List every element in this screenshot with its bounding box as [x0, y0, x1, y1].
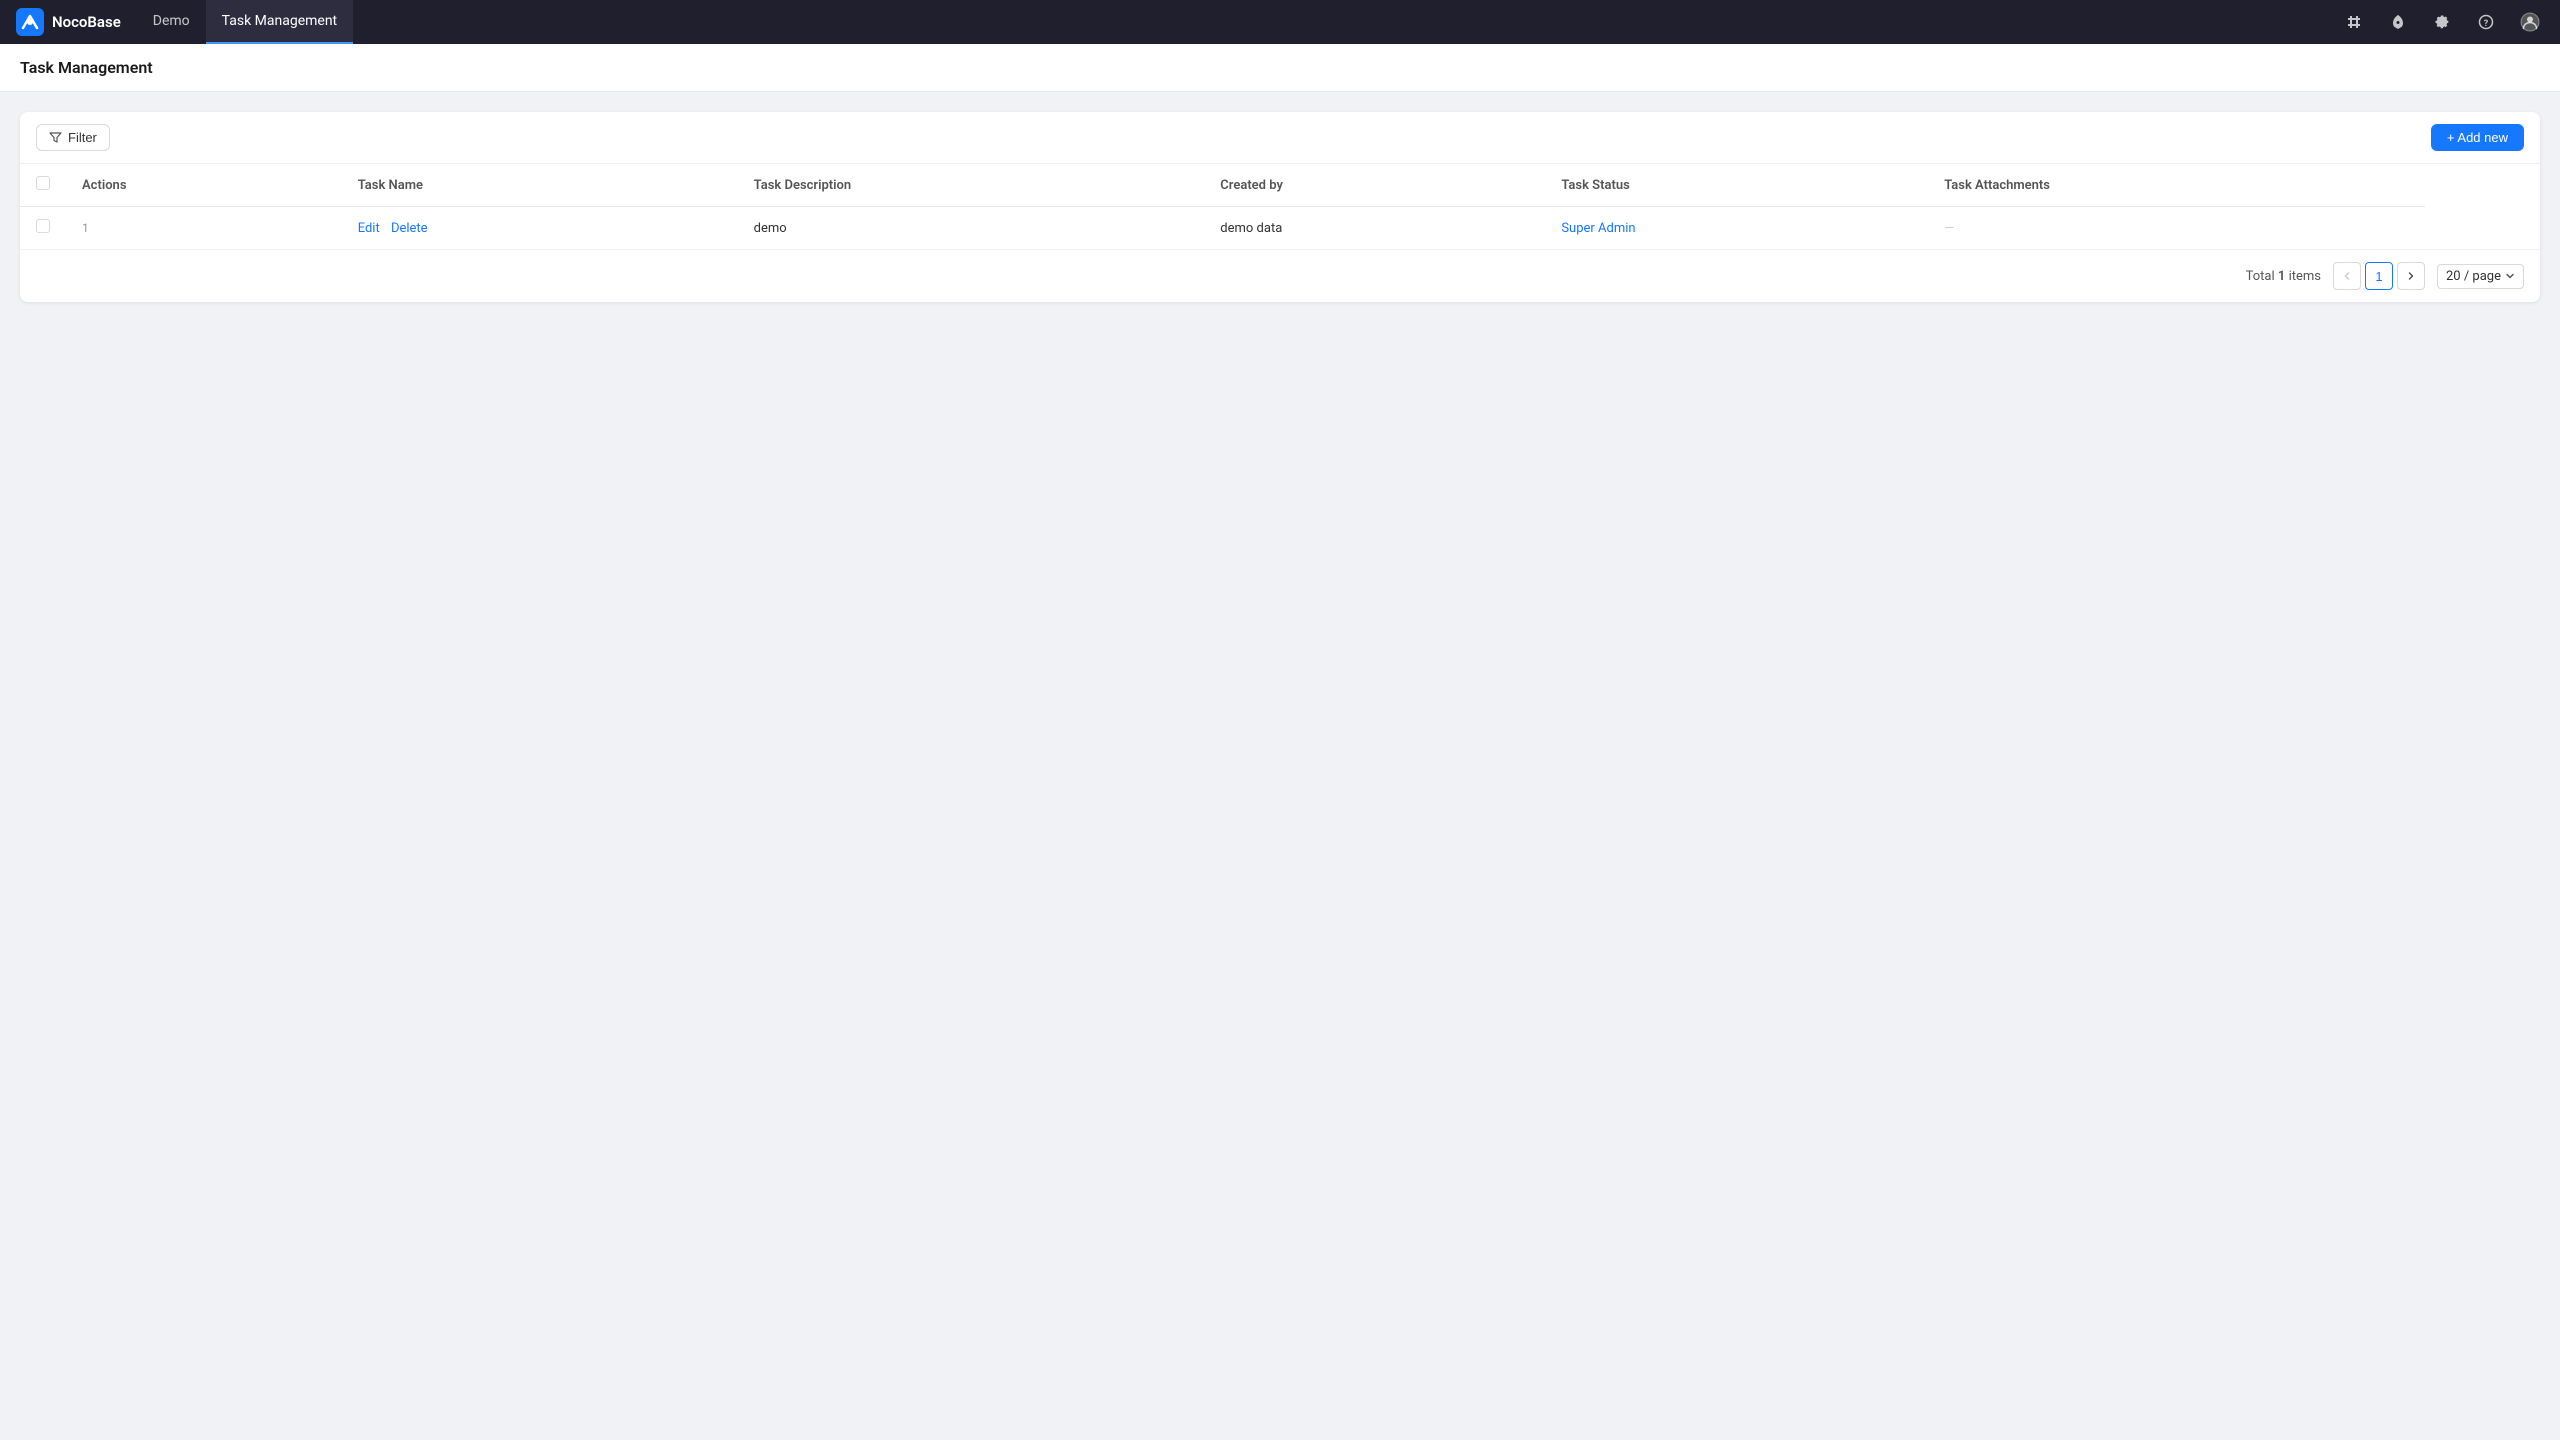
col-task-name: Task Name: [342, 164, 738, 207]
row-checkbox[interactable]: [36, 219, 50, 233]
page-title: Task Management: [20, 58, 2540, 77]
col-actions: Actions: [66, 164, 342, 207]
table-header: Actions Task Name Task Description Creat…: [20, 164, 2540, 207]
table-body: 1 Edit Delete demo demo data Super Admin…: [20, 207, 2540, 250]
settings-icon[interactable]: [2428, 8, 2456, 36]
navbar-left: NocoBase Demo Task Management: [16, 0, 353, 44]
user-avatar[interactable]: [2516, 8, 2544, 36]
toolbar-left: Filter: [36, 124, 110, 151]
main-content: Filter + Add new Actions Task Name: [0, 92, 2560, 322]
filter-button[interactable]: Filter: [36, 124, 110, 151]
chevron-right-icon: [2406, 271, 2416, 281]
task-name-cell: demo: [738, 207, 1205, 250]
task-status-cell: —: [1928, 207, 2424, 250]
per-page-label: 20 / page: [2446, 269, 2501, 284]
filter-label: Filter: [68, 130, 97, 145]
col-task-description: Task Description: [738, 164, 1205, 207]
created-by-value[interactable]: Super Admin: [1561, 221, 1635, 236]
toolbar: Filter + Add new: [20, 112, 2540, 164]
task-attachments-cell: [2425, 207, 2540, 250]
next-page-button[interactable]: [2397, 262, 2425, 290]
pagination-nav: 1: [2333, 262, 2425, 290]
select-all-checkbox[interactable]: [36, 176, 50, 190]
task-description-cell: demo data: [1204, 207, 1545, 250]
table-container: Filter + Add new Actions Task Name: [20, 112, 2540, 302]
add-new-label: + Add new: [2447, 130, 2508, 145]
navbar: NocoBase Demo Task Management: [0, 0, 2560, 44]
select-all-col: [20, 164, 66, 207]
navbar-right: ?: [2340, 8, 2544, 36]
rocket-icon[interactable]: [2384, 8, 2412, 36]
chevron-left-icon: [2342, 271, 2352, 281]
help-icon[interactable]: ?: [2472, 8, 2500, 36]
task-status-value: —: [1944, 221, 1954, 236]
row-number-cell: 1: [66, 207, 342, 250]
total-items-text: Total 1 items: [2246, 269, 2321, 284]
items-label: items: [2289, 269, 2321, 284]
logo-text: NocoBase: [52, 13, 121, 31]
page-header: Task Management: [0, 44, 2560, 92]
nav-tab-task-management[interactable]: Task Management: [206, 0, 353, 44]
app-logo[interactable]: NocoBase: [16, 8, 129, 36]
data-table: Actions Task Name Task Description Creat…: [20, 164, 2540, 249]
created-by-cell: Super Admin: [1545, 207, 1928, 250]
edit-link[interactable]: Edit: [358, 221, 380, 236]
prev-page-button[interactable]: [2333, 262, 2361, 290]
pagination-bar: Total 1 items 1 20 / page: [20, 249, 2540, 302]
row-checkbox-cell: [20, 207, 66, 250]
svg-text:?: ?: [2484, 19, 2489, 29]
per-page-selector[interactable]: 20 / page: [2437, 264, 2524, 289]
chevron-down-icon: [2505, 271, 2515, 281]
col-created-by: Created by: [1204, 164, 1545, 207]
col-task-attachments: Task Attachments: [1928, 164, 2424, 207]
total-label: Total: [2246, 269, 2275, 284]
col-task-status: Task Status: [1545, 164, 1928, 207]
filter-icon: [49, 131, 62, 144]
delete-link[interactable]: Delete: [391, 221, 428, 236]
plugin-icon[interactable]: [2340, 8, 2368, 36]
page-1-button[interactable]: 1: [2365, 262, 2393, 290]
table-row: 1 Edit Delete demo demo data Super Admin…: [20, 207, 2540, 250]
nav-tab-demo[interactable]: Demo: [137, 0, 206, 44]
row-number: 1: [82, 221, 89, 235]
add-new-button[interactable]: + Add new: [2431, 124, 2524, 151]
total-count: 1: [2278, 269, 2285, 284]
actions-cell: Edit Delete: [342, 207, 738, 250]
